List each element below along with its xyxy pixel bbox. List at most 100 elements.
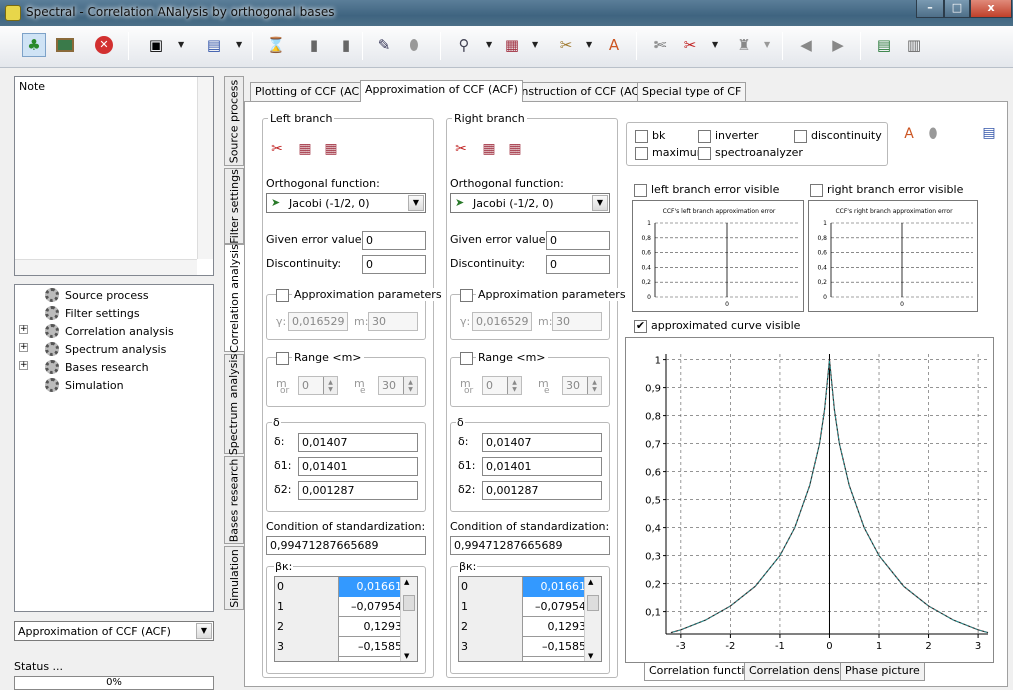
table-row[interactable]: 40,164694 <box>275 657 417 661</box>
tab-plotting[interactable]: Plotting of CCF (ACF) <box>250 82 375 101</box>
zoom-m-icon[interactable]: ▦ <box>294 138 316 160</box>
close-button[interactable]: x <box>970 0 1012 18</box>
chevron-down-icon[interactable]: ▼ <box>592 195 608 211</box>
chevron-down-icon[interactable]: ▼ <box>532 40 540 49</box>
right-m-or-stepper[interactable]: 0 ▲ ▼ <box>482 376 522 395</box>
left-d-input[interactable]: 0,01407 <box>298 433 418 452</box>
edit-icon[interactable]: A <box>898 123 920 145</box>
minimize-button[interactable]: – <box>916 0 944 18</box>
left-gamma-input[interactable]: 0,016529 <box>288 312 348 331</box>
table-row[interactable]: 40,164694 <box>459 657 601 661</box>
tree-item-correlation-analysis[interactable]: Correlation analysis <box>45 322 174 340</box>
table-row[interactable]: 3 –0,158585 <box>275 637 417 657</box>
tab-filter-settings[interactable]: Filter settings <box>224 168 244 244</box>
right-given-error-input[interactable]: 0 <box>546 231 610 250</box>
left-orth-select[interactable]: ➤ Jacobi (-1/2, 0) ▼ <box>266 193 426 213</box>
tree-item-simulation[interactable]: Simulation <box>45 376 124 394</box>
note-panel[interactable]: Note <box>14 76 214 276</box>
left-d1-input[interactable]: 0,01401 <box>298 457 418 476</box>
right-d2-input[interactable]: 0,001287 <box>482 481 602 500</box>
expand-icon[interactable]: + <box>19 343 28 352</box>
left-discontinuity-input[interactable]: 0 <box>362 255 426 274</box>
table-scrollbar[interactable]: ▲ ▼ <box>400 577 417 661</box>
stepper-arrows-icon[interactable]: ▲ ▼ <box>323 377 337 394</box>
save-icon[interactable]: ▤ <box>202 33 226 57</box>
right-m-e-stepper[interactable]: 30 ▲ ▼ <box>562 376 602 395</box>
screen-icon[interactable] <box>53 33 77 57</box>
pen-icon[interactable]: ✎ <box>372 33 396 57</box>
discontinuity-checkbox[interactable] <box>794 130 807 143</box>
cut-icon[interactable]: ✂ <box>266 138 288 160</box>
print-icon[interactable]: ▥ <box>902 33 926 57</box>
table-row[interactable]: 1 –0,0795495 <box>459 597 601 617</box>
note-hscroll[interactable] <box>15 259 197 275</box>
right-discontinuity-input[interactable]: 0 <box>546 255 610 274</box>
right-cond-input[interactable]: 0,99471287665689 <box>450 536 610 555</box>
tab-phase-picture[interactable]: Phase picture <box>840 663 925 681</box>
left-approx-checkbox[interactable] <box>276 289 289 302</box>
right-gamma-input[interactable]: 0,016529 <box>472 312 532 331</box>
right-approx-checkbox[interactable] <box>460 289 473 302</box>
tab-spectrum-analysis[interactable]: Spectrum analysis <box>224 353 244 455</box>
stepper-arrows-icon[interactable]: ▲ ▼ <box>587 377 601 394</box>
zoom-m-icon[interactable]: ▦ <box>478 138 500 160</box>
spectroanalyzer-checkbox[interactable] <box>698 147 711 160</box>
stepper-arrows-icon[interactable]: ▲ ▼ <box>403 377 417 394</box>
stepper-arrows-icon[interactable]: ▲ ▼ <box>507 377 521 394</box>
zoom-y-icon[interactable]: ▦ <box>504 138 526 160</box>
zoom-y-icon[interactable]: ▦ <box>320 138 342 160</box>
right-m-input[interactable]: 30 <box>552 312 602 331</box>
curve-visible-checkbox[interactable]: ✔ <box>634 320 647 333</box>
left-beta-table[interactable]: 0 0,0166121 1 –0,0795495 2 0,129311 3 –0,158585… <box>274 576 418 662</box>
tab-approximation[interactable]: Approximation of CCF (ACF) <box>360 80 523 102</box>
chevron-down-icon[interactable]: ▼ <box>408 195 424 211</box>
expand-icon[interactable]: + <box>19 325 28 334</box>
table-row[interactable]: 1 –0,0795495 <box>275 597 417 617</box>
right-orth-select[interactable]: ➤ Jacobi (-1/2, 0) ▼ <box>450 193 610 213</box>
table-row[interactable]: 3 –0,158585 <box>459 637 601 657</box>
tree-item-source-process[interactable]: Source process <box>45 286 149 304</box>
chevron-down-icon[interactable]: ▼ <box>486 40 494 49</box>
table-row[interactable]: 0 0,0166121 <box>459 577 601 597</box>
tab-source-process[interactable]: Source process <box>224 76 244 166</box>
right-d1-input[interactable]: 0,01401 <box>482 457 602 476</box>
chevron-down-icon[interactable]: ▼ <box>236 40 244 49</box>
excel-icon[interactable]: ▤ <box>872 33 896 57</box>
zoom-icon[interactable]: ⚲ <box>452 33 476 57</box>
tab-bases-research[interactable]: Bases research <box>224 456 244 544</box>
expand-icon[interactable]: + <box>19 361 28 370</box>
stamp-icon[interactable]: ♜ <box>732 33 756 57</box>
tree-item-bases-research[interactable]: Bases research <box>45 358 149 376</box>
table-row[interactable]: 0 0,0166121 <box>275 577 417 597</box>
open-icon[interactable]: ▣ <box>144 33 168 57</box>
left-error-checkbox[interactable] <box>634 184 647 197</box>
right-d-input[interactable]: 0,01407 <box>482 433 602 452</box>
left-given-error-input[interactable]: 0 <box>362 231 426 250</box>
stop-icon[interactable]: ✕ <box>92 33 116 57</box>
back-icon[interactable]: ◀ <box>794 33 818 57</box>
chevron-down-icon[interactable]: ▼ <box>764 40 772 49</box>
save-icon[interactable]: ▤ <box>978 122 1000 144</box>
left-range-checkbox[interactable] <box>276 352 289 365</box>
chevron-down-icon[interactable]: ▼ <box>586 40 594 49</box>
right-range-checkbox[interactable] <box>460 352 473 365</box>
marker-icon[interactable]: ▦ <box>500 33 524 57</box>
left-cond-input[interactable]: 0,99471287665689 <box>266 536 426 555</box>
left-m-or-stepper[interactable]: 0 ▲ ▼ <box>298 376 338 395</box>
right-beta-table[interactable]: 0 0,0166121 1 –0,0795495 2 0,129311 3 –0,158585… <box>458 576 602 662</box>
paste-icon[interactable]: ▮ <box>334 33 358 57</box>
left-m-input[interactable]: 30 <box>368 312 418 331</box>
tab-simulation[interactable]: Simulation <box>224 546 244 610</box>
edit-icon[interactable]: A <box>602 33 626 57</box>
copy-icon[interactable]: ▮ <box>302 33 326 57</box>
mode-select[interactable]: Approximation of CCF (ACF) ▼ <box>14 621 214 641</box>
maximize-button[interactable]: □ <box>944 0 970 18</box>
tree-item-filter-settings[interactable]: Filter settings <box>45 304 140 322</box>
forward-icon[interactable]: ▶ <box>826 33 850 57</box>
tab-correlation-analysis[interactable]: Correlation analysis <box>224 244 244 352</box>
left-d2-input[interactable]: 0,001287 <box>298 481 418 500</box>
tab-special-type[interactable]: Special type of CF <box>637 82 747 101</box>
tools-icon[interactable]: ✂ <box>554 33 578 57</box>
chevron-down-icon[interactable]: ▼ <box>712 40 720 49</box>
left-m-e-stepper[interactable]: 30 ▲ ▼ <box>378 376 418 395</box>
